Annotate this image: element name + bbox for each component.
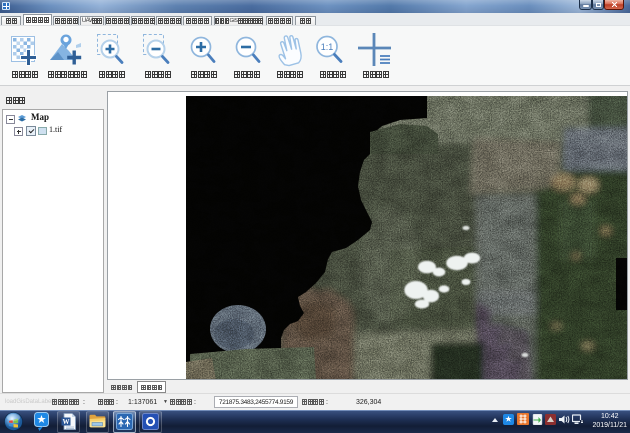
svg-text:W: W [63, 418, 70, 426]
svg-text:1:1: 1:1 [321, 42, 334, 52]
